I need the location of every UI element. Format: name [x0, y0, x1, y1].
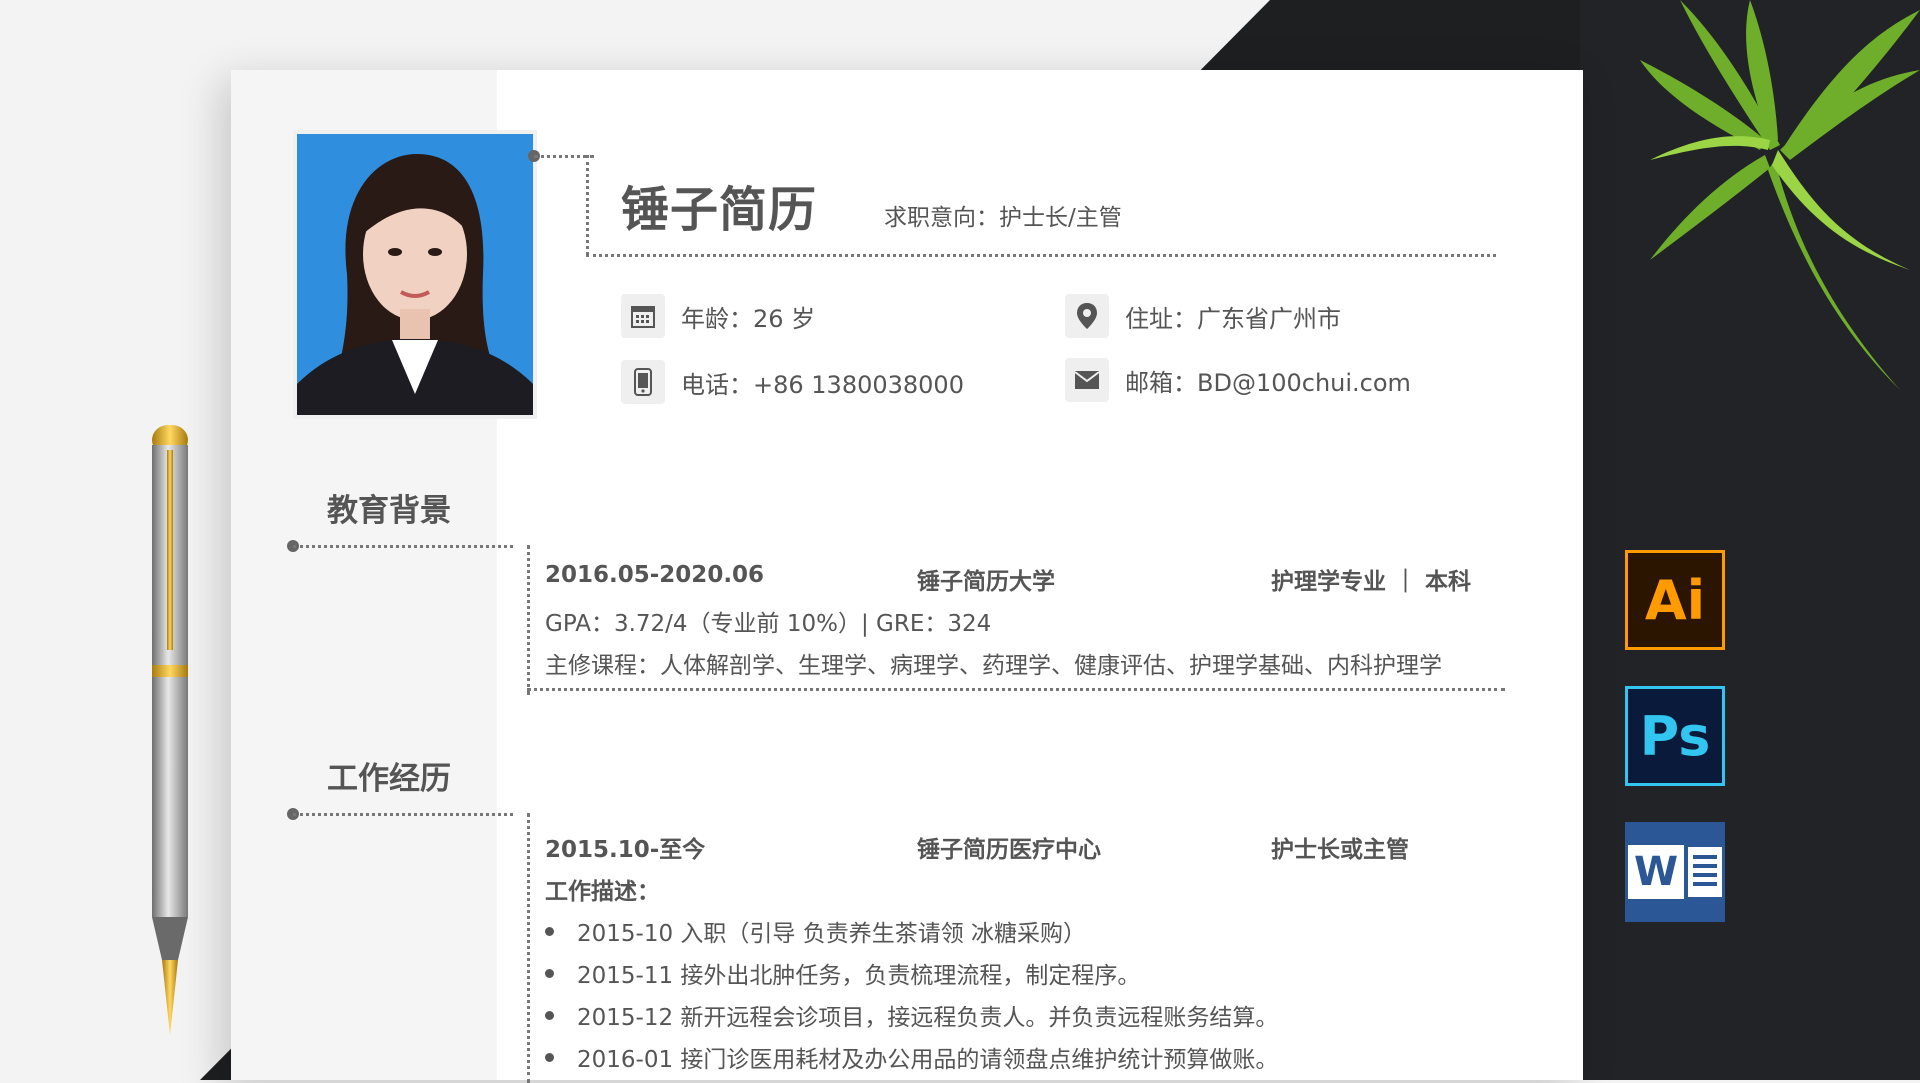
education-period: 2016.05-2020.06: [545, 562, 765, 588]
education-bottom-line: [527, 688, 1505, 691]
location-pin-icon: [1065, 294, 1109, 338]
work-period: 2015.10-至今: [545, 837, 706, 863]
age-info: 年龄：26 岁: [621, 294, 815, 338]
resume-page: 锤子简历 求职意向：护士长/主管 年龄：26 岁 住址：广东省广州市 电话：+8…: [231, 70, 1583, 1083]
pen-decoration: [152, 425, 188, 1035]
resume-name: 锤子简历: [621, 182, 818, 238]
education-gpa: GPA：3.72/4（专业前 10%）| GRE：324: [545, 611, 992, 637]
phone-info: 电话：+86 1380038000: [621, 360, 964, 404]
work-section-title: 工作经历: [327, 761, 451, 797]
header-connector-line: [534, 155, 594, 158]
work-connector-line: [527, 813, 530, 1083]
email-info: 邮箱：BD@100chui.com: [1065, 358, 1411, 402]
mobile-phone-icon: [621, 360, 665, 404]
header-connector-line: [586, 155, 589, 255]
photoshop-icon: Ps: [1625, 686, 1725, 786]
work-desc-label: 工作描述：: [545, 879, 660, 905]
header-underline: [586, 254, 1496, 257]
word-lines-icon: [1688, 847, 1723, 897]
education-connector-line: [293, 545, 513, 548]
illustrator-icon-label: Ai: [1644, 568, 1706, 632]
profile-photo: [293, 130, 537, 419]
address-text: 住址：广东省广州市: [1125, 304, 1341, 333]
work-item: 2015-10 入职（引导 负责养生茶请领 冰糖采购）: [544, 914, 1086, 948]
education-courses: 主修课程：人体解剖学、生理学、病理学、药理学、健康评估、护理学基础、内科护理学: [545, 653, 1442, 679]
word-icon-label: W: [1627, 845, 1685, 899]
work-company: 锤子简历医疗中心: [917, 837, 1101, 863]
work-item: 2015-12 新开远程会诊项目，接远程负责人。并负责远程账务结算。: [544, 998, 1278, 1032]
job-intent: 求职意向：护士长/主管: [884, 205, 1122, 231]
education-major: 护理学专业 ｜ 本科: [1271, 569, 1472, 595]
education-section-title: 教育背景: [327, 493, 451, 529]
education-connector-line: [527, 545, 530, 695]
word-icon: W: [1625, 822, 1725, 922]
address-info: 住址：广东省广州市: [1065, 294, 1341, 338]
work-item: 2016-01 接门诊医用耗材及办公用品的请领盘点维护统计预算做账。: [544, 1040, 1278, 1074]
email-text: 邮箱：BD@100chui.com: [1125, 368, 1411, 397]
work-connector-line: [293, 813, 513, 816]
calendar-icon: [621, 294, 665, 338]
envelope-icon: [1065, 358, 1109, 402]
education-school: 锤子简历大学: [917, 569, 1055, 595]
phone-text: 电话：+86 1380038000: [681, 370, 964, 399]
work-item: 2015-11 接外出北肿任务，负责梳理流程，制定程序。: [544, 956, 1140, 990]
plant-decoration: [1640, 0, 1920, 390]
age-text: 年龄：26 岁: [681, 304, 816, 333]
work-role: 护士长或主管: [1271, 837, 1409, 863]
photoshop-icon-label: Ps: [1639, 704, 1711, 768]
illustrator-icon: Ai: [1625, 550, 1725, 650]
